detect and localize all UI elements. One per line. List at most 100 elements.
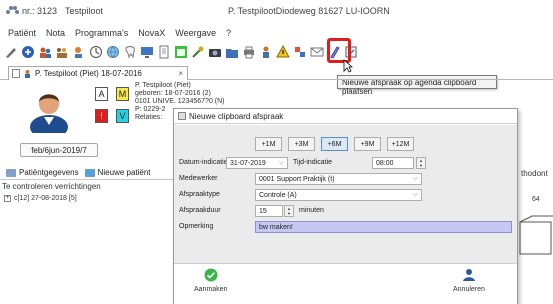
cancel-button[interactable]: Annuleren <box>453 268 485 293</box>
folder-icon[interactable] <box>225 45 239 59</box>
menu-help[interactable]: ? <box>226 28 231 40</box>
printer-icon[interactable] <box>242 45 256 59</box>
period-9m-button[interactable]: +9M <box>354 137 381 151</box>
time-value: 08:00 <box>376 159 394 167</box>
chevron-down-icon[interactable]: ⌵ <box>413 191 418 199</box>
date-field[interactable]: 31-07-2019 ⌵ <box>226 157 288 169</box>
paw-icon <box>6 6 19 16</box>
tab-patientgegevens[interactable]: Patiëntgegevens <box>6 168 79 177</box>
remark-value: bw maken! <box>259 223 293 231</box>
title-patient-id: nr.: 3123 Testpiloot <box>6 6 103 16</box>
patient-avatar-icon <box>30 94 68 133</box>
tab-label: Nieuwe patiënt <box>97 168 151 177</box>
date-value: 31-07-2019 <box>230 159 266 167</box>
window-title: P. TestpilootDiodeweg 81627 LU-IOORN <box>228 6 390 16</box>
appointment-type-select[interactable]: Controle (A) ⌵ <box>255 189 422 201</box>
date-button[interactable]: feb/6jun-2019/7 <box>20 143 98 157</box>
create-button[interactable]: Aanmaken <box>194 268 227 293</box>
expand-icon[interactable]: + <box>4 195 11 202</box>
menu-novax[interactable]: NovaX <box>138 28 165 40</box>
tooth-icon[interactable] <box>123 45 137 59</box>
chevron-down-icon[interactable]: ⌵ <box>413 175 418 183</box>
mail-icon[interactable] <box>310 45 324 59</box>
folder-icon <box>6 168 16 177</box>
warning-icon[interactable] <box>276 45 290 59</box>
family-icon[interactable] <box>55 45 69 59</box>
badge-m[interactable]: M <box>116 87 129 101</box>
tab-orthodont-partial[interactable]: thodont <box>521 169 548 178</box>
camera-icon[interactable] <box>208 45 222 59</box>
tab-label: P. Testpiloot (Piet) 18-07-2016 <box>35 69 142 78</box>
period-6m-button[interactable]: +6M <box>321 137 348 151</box>
badge-v[interactable]: V <box>116 109 129 123</box>
duration-spinner[interactable]: ▲ ▼ <box>284 205 294 217</box>
period-12m-button[interactable]: +12M <box>387 137 414 151</box>
patient-info-line: P. Testpiloot (Piet) <box>135 82 191 89</box>
date-label: Datum-indicatie <box>179 159 228 166</box>
tree-item-label: c[12] 27-08-2018 [5] <box>14 195 77 202</box>
close-icon[interactable]: × <box>178 69 183 78</box>
patient-info-line: 0101 UNIVE. 1234567?0 (N) <box>135 98 225 105</box>
window-icon <box>178 112 186 120</box>
time-spinner[interactable]: ▲ ▼ <box>416 157 426 169</box>
patient-info-line: geboren: 18-07-2016 (2) <box>135 90 211 97</box>
patient-number: nr.: 3123 <box>22 6 58 16</box>
sub-tabs: Patiëntgegevens Nieuwe patiënt <box>0 166 175 180</box>
dialog-title-bar: Nieuwe clipboard afspraak <box>174 109 517 124</box>
period-1m-button[interactable]: +1M <box>255 137 282 151</box>
create-button-label: Aanmaken <box>194 286 228 293</box>
clock-icon[interactable] <box>89 45 103 59</box>
pen-icon[interactable] <box>4 45 18 59</box>
remark-label: Opmerking <box>179 223 214 230</box>
tree-item[interactable]: + c[12] 27-08-2018 [5] <box>4 195 77 202</box>
employee-select[interactable]: 0001 Support Praktijk (t) ⌵ <box>255 173 422 185</box>
badge-alert[interactable]: ! <box>95 109 108 123</box>
globe-icon[interactable] <box>106 45 120 59</box>
window-titlebar: nr.: 3123 Testpiloot P. TestpilootDiodew… <box>0 0 553 22</box>
toolbar <box>0 41 553 63</box>
time-label: Tijd-indicatie <box>293 159 333 166</box>
menu-weergave[interactable]: Weergave <box>175 28 216 40</box>
folder-add-icon <box>84 168 95 177</box>
new-clipboard-appointment-dialog: Nieuwe clipboard afspraak +1M +3M +6M +9… <box>173 108 518 304</box>
controls-title: Te controleren verrichtingen <box>2 182 101 191</box>
value-partial: 64 <box>532 196 540 203</box>
document-icon[interactable] <box>157 45 171 59</box>
type-label: Afspraaktype <box>179 191 220 198</box>
monitor-icon[interactable] <box>140 45 154 59</box>
dialog-body: +1M +3M +6M +9M +12M Datum-indicatie 31-… <box>174 125 517 263</box>
duration-label: Afspraakduur <box>179 207 221 214</box>
add-icon[interactable] <box>21 45 35 59</box>
tab-strip: P. Testpiloot (Piet) 18-07-2016 × <box>0 64 553 80</box>
patient-name: Testpiloot <box>65 6 104 16</box>
tab-nieuwe-patient[interactable]: Nieuwe patiënt <box>84 168 151 177</box>
period-buttons: +1M +3M +6M +9M +12M <box>255 137 414 151</box>
period-3m-button[interactable]: +3M <box>288 137 315 151</box>
minutes-label: minuten <box>299 207 324 214</box>
user-search-icon[interactable] <box>72 45 86 59</box>
document-icon <box>12 69 20 78</box>
people-icon[interactable] <box>38 45 52 59</box>
tools-icon[interactable] <box>191 45 205 59</box>
menu-patient[interactable]: Patiënt <box>8 28 36 40</box>
tab-patient[interactable]: P. Testpiloot (Piet) 18-07-2016 × <box>8 66 188 80</box>
calendar-green-icon[interactable] <box>174 45 188 59</box>
sync-icon[interactable] <box>293 45 307 59</box>
chevron-down-icon[interactable]: ⌵ <box>279 159 284 167</box>
checkmark-icon <box>204 268 218 282</box>
badge-a[interactable]: A <box>95 87 108 101</box>
dialog-title: Nieuwe clipboard afspraak <box>189 111 284 121</box>
person-move-icon[interactable] <box>259 45 273 59</box>
type-value: Controle (A) <box>259 191 297 199</box>
remark-field[interactable]: bw maken! <box>255 221 512 233</box>
duration-field[interactable]: 15 <box>255 205 283 217</box>
menu-nota[interactable]: Nota <box>46 28 65 40</box>
employee-label: Medewerker <box>179 175 218 182</box>
cancel-button-label: Annuleren <box>453 286 485 293</box>
menu-programmas[interactable]: Programma's <box>75 28 128 40</box>
time-field[interactable]: 08:00 <box>372 157 414 169</box>
patient-small-icon <box>25 70 30 78</box>
menu-bar: Patiënt Nota Programma's NovaX Weergave … <box>0 28 231 40</box>
dialog-footer: Aanmaken Annuleren <box>174 263 517 304</box>
duration-value: 15 <box>259 207 267 215</box>
